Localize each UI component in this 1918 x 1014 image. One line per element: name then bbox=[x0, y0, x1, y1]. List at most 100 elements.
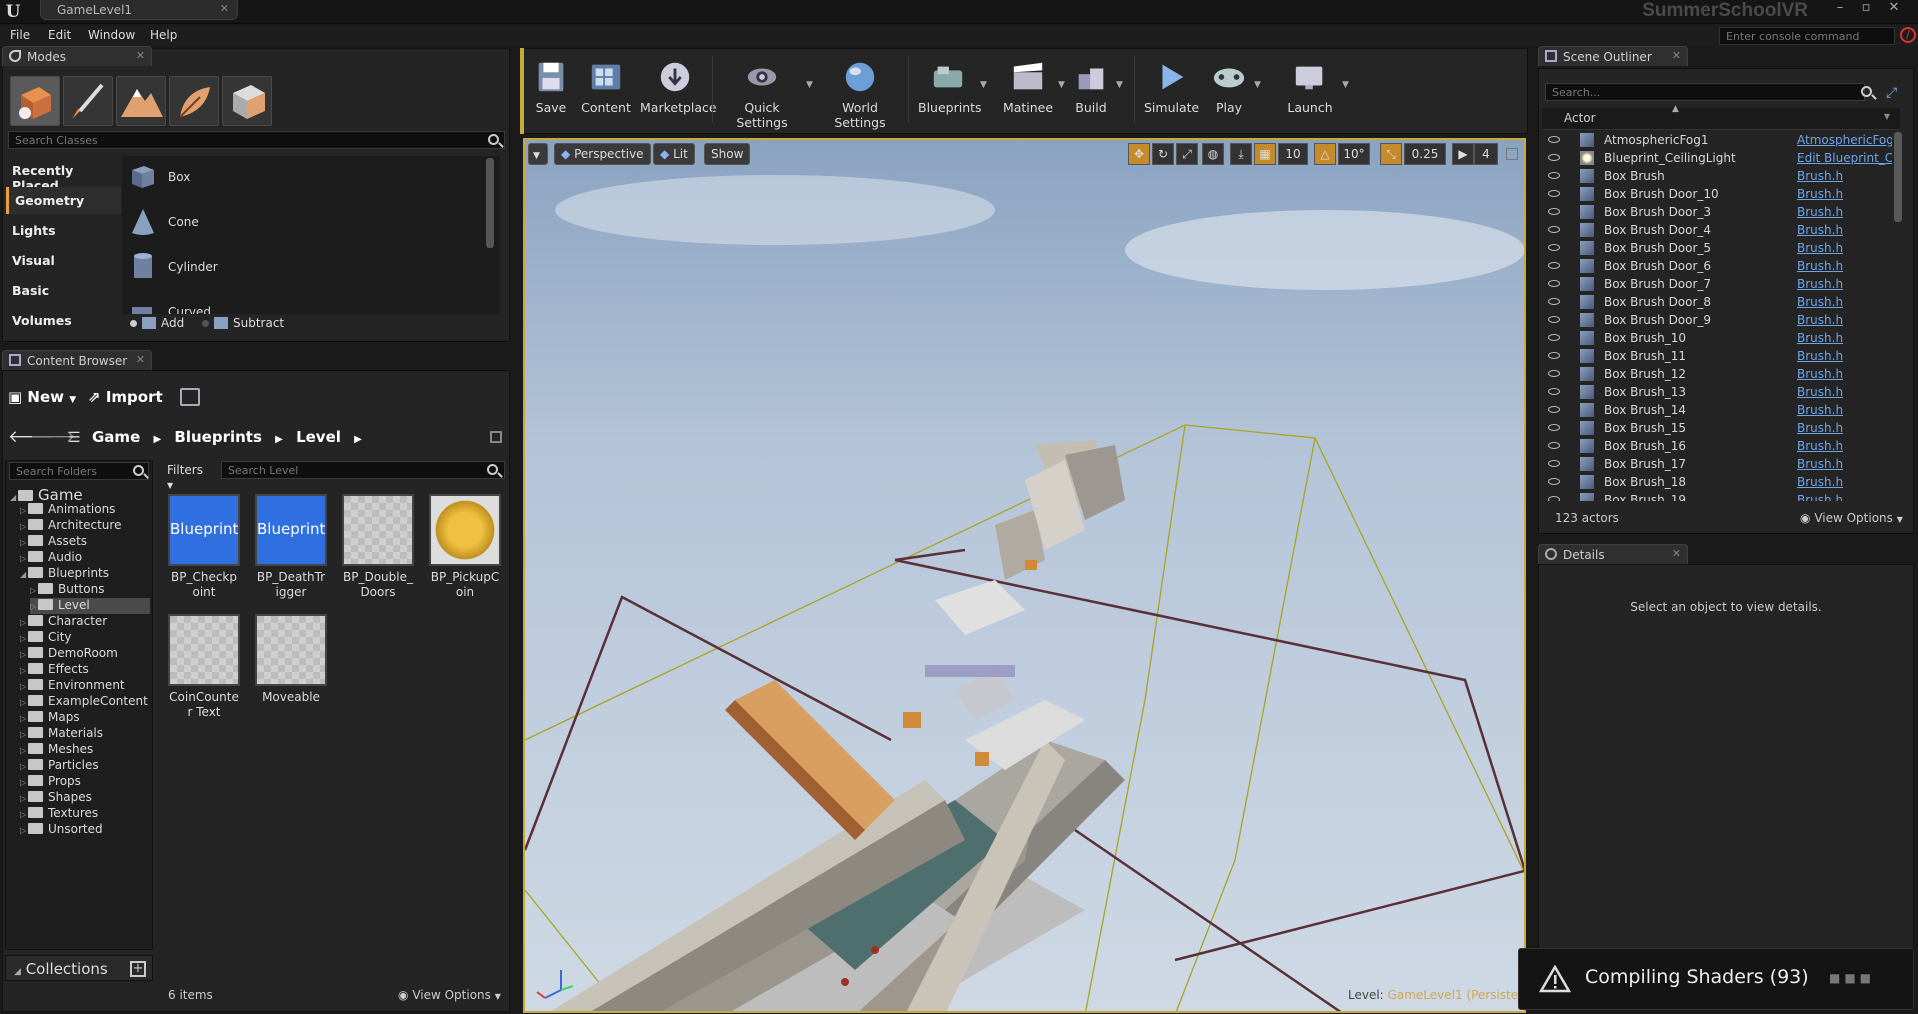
actor-type-link[interactable]: Brush.h bbox=[1797, 475, 1892, 489]
save-all-icon[interactable] bbox=[180, 388, 200, 406]
save-button[interactable]: Save bbox=[530, 58, 572, 120]
actor-type-link[interactable]: Brush.h bbox=[1797, 187, 1892, 201]
world-local-icon[interactable]: ◍ bbox=[1202, 143, 1224, 165]
collapsed-arrow-icon[interactable]: ▷ bbox=[20, 826, 28, 835]
visibility-eye-icon[interactable] bbox=[1548, 154, 1560, 161]
rotation-snap-icon[interactable]: △ bbox=[1314, 143, 1336, 165]
details-tab[interactable]: Details ✕ bbox=[1538, 544, 1688, 564]
folder-tree-item[interactable]: ▷ Architecture bbox=[20, 518, 121, 534]
visibility-eye-icon[interactable] bbox=[1548, 280, 1560, 287]
surface-snap-icon[interactable]: ⤓ bbox=[1230, 143, 1252, 165]
close-icon[interactable]: ✕ bbox=[220, 2, 229, 15]
actor-type-link[interactable]: Brush.h bbox=[1797, 493, 1892, 501]
folder-tree-item[interactable]: ▷ City bbox=[20, 630, 72, 646]
grid-snap-value[interactable]: 10 bbox=[1278, 143, 1308, 165]
console-command-input[interactable]: Enter console command bbox=[1719, 27, 1895, 45]
landscape-mode-button[interactable] bbox=[116, 76, 166, 126]
folder-tree-item[interactable]: ▷ Effects bbox=[20, 662, 89, 678]
actor-type-link[interactable]: Brush.h bbox=[1797, 385, 1892, 399]
rotation-snap-value[interactable]: 10° bbox=[1338, 143, 1370, 165]
level-document-tab[interactable]: GameLevel1 ✕ bbox=[40, 0, 238, 20]
paint-mode-button[interactable] bbox=[63, 76, 113, 126]
actor-type-link[interactable]: Brush.h bbox=[1797, 457, 1892, 471]
breadcrumb-game[interactable]: Game bbox=[92, 428, 140, 446]
outliner-search-input[interactable]: Search... bbox=[1545, 83, 1865, 101]
import-button[interactable]: ⇗ Import bbox=[88, 388, 163, 406]
collapsed-arrow-icon[interactable]: ▷ bbox=[20, 778, 28, 787]
expanded-arrow-icon[interactable]: ◢ bbox=[10, 493, 18, 502]
outliner-row[interactable]: Box Brush_13 Brush.h bbox=[1542, 383, 1894, 401]
collapsed-arrow-icon[interactable]: ▷ bbox=[20, 634, 28, 643]
chevron-down-icon[interactable]: ▼ bbox=[1884, 112, 1890, 121]
outliner-row[interactable]: Box Brush_19 Brush.h bbox=[1542, 491, 1894, 501]
matinee-button[interactable]: Matinee bbox=[1000, 58, 1056, 120]
chevron-down-icon[interactable]: ▼ bbox=[1116, 80, 1123, 90]
camera-speed-icon[interactable]: ▶ bbox=[1452, 143, 1474, 165]
folder-tree-item[interactable]: ◢ Blueprints bbox=[20, 566, 109, 582]
collapsed-arrow-icon[interactable]: ▷ bbox=[20, 698, 28, 707]
rotate-tool-icon[interactable]: ↻ bbox=[1152, 143, 1174, 165]
outliner-row[interactable]: Box Brush_11 Brush.h bbox=[1542, 347, 1894, 365]
folder-tree-item[interactable]: ▷ Audio bbox=[20, 550, 82, 566]
geometry-edit-mode-button[interactable] bbox=[222, 76, 272, 126]
outliner-row[interactable]: Box Brush_18 Brush.h bbox=[1542, 473, 1894, 491]
outliner-row[interactable]: Box Brush Door_6 Brush.h bbox=[1542, 257, 1894, 275]
category-recently-placed[interactable]: Recently Placed bbox=[6, 157, 121, 193]
filters-button[interactable]: Filters ▼ bbox=[163, 460, 210, 490]
collapsed-arrow-icon[interactable]: ▷ bbox=[20, 522, 28, 531]
scale-snap-value[interactable]: 0.25 bbox=[1404, 143, 1446, 165]
outliner-row[interactable]: Box Brush_12 Brush.h bbox=[1542, 365, 1894, 383]
viewport-menu-button[interactable]: ▼ bbox=[528, 143, 548, 165]
folder-tree-item[interactable]: ▷ Shapes bbox=[20, 790, 92, 806]
folder-tree-item[interactable]: ▷ Materials bbox=[20, 726, 103, 742]
folder-tree-item[interactable]: ▷ Props bbox=[20, 774, 81, 790]
collapsed-arrow-icon[interactable]: ▷ bbox=[20, 794, 28, 803]
category-basic[interactable]: Basic bbox=[6, 277, 121, 304]
outliner-row[interactable]: Box Brush_16 Brush.h bbox=[1542, 437, 1894, 455]
asset-tile[interactable]: BP_PickupC oin bbox=[429, 494, 501, 600]
outliner-row[interactable]: Box Brush Door_4 Brush.h bbox=[1542, 221, 1894, 239]
collapsed-arrow-icon[interactable]: ▷ bbox=[20, 650, 28, 659]
visibility-eye-icon[interactable] bbox=[1548, 172, 1560, 179]
visibility-eye-icon[interactable] bbox=[1548, 442, 1560, 449]
visibility-eye-icon[interactable] bbox=[1548, 316, 1560, 323]
content-button[interactable]: Content bbox=[580, 58, 632, 120]
outliner-row[interactable]: Box Brush Door_8 Brush.h bbox=[1542, 293, 1894, 311]
asset-tile[interactable]: BP_Double_ Doors bbox=[342, 494, 414, 600]
folder-tree-item[interactable]: ▷ Character bbox=[20, 614, 107, 630]
place-mode-button[interactable] bbox=[10, 76, 60, 126]
add-collection-icon[interactable]: + bbox=[130, 961, 146, 977]
foliage-mode-button[interactable] bbox=[169, 76, 219, 126]
folder-tree-item[interactable]: ▷ Assets bbox=[20, 534, 87, 550]
actor-type-link[interactable]: Brush.h bbox=[1797, 259, 1892, 273]
folder-tree-item[interactable]: ▷ Unsorted bbox=[20, 822, 103, 838]
visibility-eye-icon[interactable] bbox=[1548, 136, 1560, 143]
actor-type-link[interactable]: Brush.h bbox=[1797, 241, 1892, 255]
visibility-eye-icon[interactable] bbox=[1548, 244, 1560, 251]
show-button[interactable]: Show bbox=[704, 143, 751, 165]
actor-type-link[interactable]: Brush.h bbox=[1797, 313, 1892, 327]
category-geometry[interactable]: Geometry bbox=[6, 187, 121, 214]
quick-settings-button[interactable]: Quick Settings bbox=[720, 58, 804, 130]
chevron-down-icon[interactable]: ▼ bbox=[1058, 80, 1065, 90]
search-classes-input[interactable]: Search Classes bbox=[8, 131, 505, 149]
collapsed-arrow-icon[interactable]: ▷ bbox=[20, 666, 28, 675]
minimize-button[interactable]: – bbox=[1828, 0, 1852, 18]
outliner-row[interactable]: Box Brush Door_5 Brush.h bbox=[1542, 239, 1894, 257]
folder-tree-item[interactable]: ▷ Particles bbox=[20, 758, 99, 774]
visibility-eye-icon[interactable] bbox=[1548, 496, 1560, 501]
folder-tree-item[interactable]: ▷ ExampleContent bbox=[20, 694, 148, 710]
folder-tree-item[interactable]: ▷ Environment bbox=[20, 678, 125, 694]
scale-tool-icon[interactable]: ⤢ bbox=[1176, 143, 1198, 165]
outliner-row[interactable]: Box Brush Door_7 Brush.h bbox=[1542, 275, 1894, 293]
chevron-down-icon[interactable]: ▼ bbox=[1254, 80, 1261, 90]
close-window-button[interactable]: ✕ bbox=[1882, 0, 1906, 18]
actor-type-link[interactable]: Brush.h bbox=[1797, 223, 1892, 237]
chevron-down-icon[interactable]: ▼ bbox=[806, 80, 813, 90]
view-options-button[interactable]: ◉ View Options ▼ bbox=[398, 988, 501, 1002]
actor-type-link[interactable]: Edit Blueprint_Ce bbox=[1797, 151, 1892, 165]
folder-tree-item[interactable]: ▷ DemoRoom bbox=[20, 646, 118, 662]
actor-type-link[interactable]: Brush.h bbox=[1797, 349, 1892, 363]
actor-column-header[interactable]: Actor bbox=[1564, 111, 1596, 125]
visibility-eye-icon[interactable] bbox=[1548, 226, 1560, 233]
